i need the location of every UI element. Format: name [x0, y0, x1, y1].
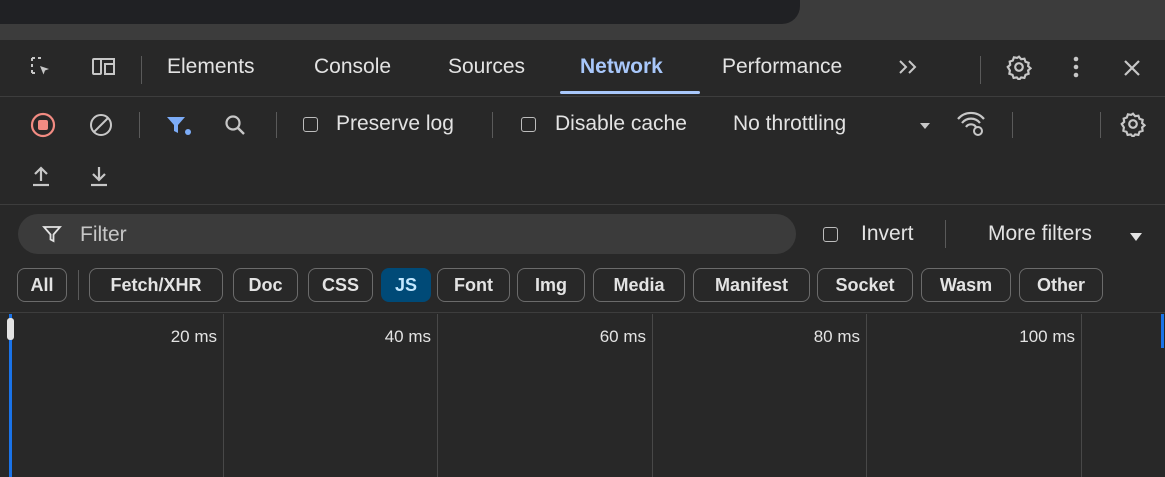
timeline-gridline — [1081, 314, 1082, 477]
timeline-tick-label: 100 ms — [1019, 327, 1075, 346]
disable-cache-checkbox[interactable] — [521, 117, 536, 132]
tab-sources[interactable]: Sources — [448, 55, 525, 79]
toolbar-separator — [276, 112, 277, 138]
timeline-tick-label: 40 ms — [384, 327, 431, 346]
filter-divider — [0, 312, 1165, 313]
settings-gear-icon[interactable] — [1003, 51, 1035, 83]
filter-funnel-icon[interactable] — [162, 110, 194, 140]
filter-chip-other[interactable]: Other — [1019, 268, 1103, 302]
toolbar-separator — [492, 112, 493, 138]
filter-chip-img[interactable]: Img — [517, 268, 585, 302]
filter-chip-css[interactable]: CSS — [308, 268, 373, 302]
toolbar-divider — [0, 204, 1165, 205]
filter-funnel-icon — [40, 222, 64, 246]
chevron-down-icon[interactable] — [914, 116, 936, 136]
clear-icon[interactable] — [86, 110, 116, 140]
filter-chip-doc[interactable]: Doc — [233, 268, 298, 302]
timeline-tick-label: 20 ms — [170, 327, 217, 346]
filter-chip-font[interactable]: Font — [437, 268, 510, 302]
filter-placeholder: Filter — [80, 223, 127, 246]
filter-chip-media[interactable]: Media — [593, 268, 685, 302]
throttling-select[interactable]: No throttling — [733, 112, 846, 136]
timeline-gridline — [866, 314, 867, 477]
export-har-icon[interactable] — [84, 160, 114, 192]
invert-checkbox[interactable] — [823, 227, 838, 242]
filter-input[interactable]: Filter — [18, 214, 796, 254]
tab-performance[interactable]: Performance — [722, 55, 842, 79]
close-icon[interactable] — [1118, 54, 1146, 82]
chip-separator — [78, 270, 79, 300]
filter-chip-all[interactable]: All — [17, 268, 67, 302]
network-settings-gear-icon[interactable] — [1117, 108, 1149, 140]
timeline-tick-label: 60 ms — [599, 327, 646, 346]
tab-console[interactable]: Console — [314, 55, 391, 79]
timeline-gridline — [223, 314, 224, 477]
tab-separator — [980, 56, 981, 84]
search-icon[interactable] — [220, 110, 250, 140]
more-options-icon[interactable] — [1062, 52, 1090, 82]
toolbar-separator — [1012, 112, 1013, 138]
tab-network[interactable]: Network — [580, 55, 663, 79]
preserve-log-label: Preserve log — [336, 112, 454, 135]
inspect-element-icon[interactable] — [26, 52, 56, 82]
disable-cache-label: Disable cache — [555, 112, 687, 135]
toolbar-separator — [1100, 112, 1101, 138]
filter-separator — [945, 220, 946, 248]
filter-chip-wasm[interactable]: Wasm — [921, 268, 1011, 302]
preserve-log-checkbox[interactable] — [303, 117, 318, 132]
dropdown-arrow-icon[interactable] — [1126, 228, 1146, 246]
active-tab-indicator — [560, 91, 700, 94]
timeline-right-marker[interactable] — [1161, 314, 1164, 348]
filter-chip-socket[interactable]: Socket — [817, 268, 913, 302]
import-har-icon[interactable] — [26, 160, 56, 192]
filter-chip-fetch-xhr[interactable]: Fetch/XHR — [89, 268, 223, 302]
tab-elements[interactable]: Elements — [167, 55, 255, 79]
filter-chip-manifest[interactable]: Manifest — [693, 268, 810, 302]
timeline-tick-label: 80 ms — [813, 327, 860, 346]
window-top-strip — [0, 0, 1165, 40]
filter-chip-js[interactable]: JS — [381, 268, 431, 302]
record-icon[interactable] — [28, 110, 58, 140]
tab-separator — [141, 56, 142, 84]
title-bar — [0, 0, 800, 24]
more-filters-button[interactable]: More filters — [988, 222, 1092, 246]
timeline-handle[interactable] — [7, 318, 14, 340]
more-tabs-icon[interactable] — [893, 54, 923, 80]
network-conditions-icon[interactable] — [953, 108, 989, 140]
device-toolbar-icon[interactable] — [88, 52, 122, 82]
timeline-gridline — [437, 314, 438, 477]
timeline-gridline — [652, 314, 653, 477]
invert-label: Invert — [861, 222, 914, 245]
toolbar-separator — [139, 112, 140, 138]
